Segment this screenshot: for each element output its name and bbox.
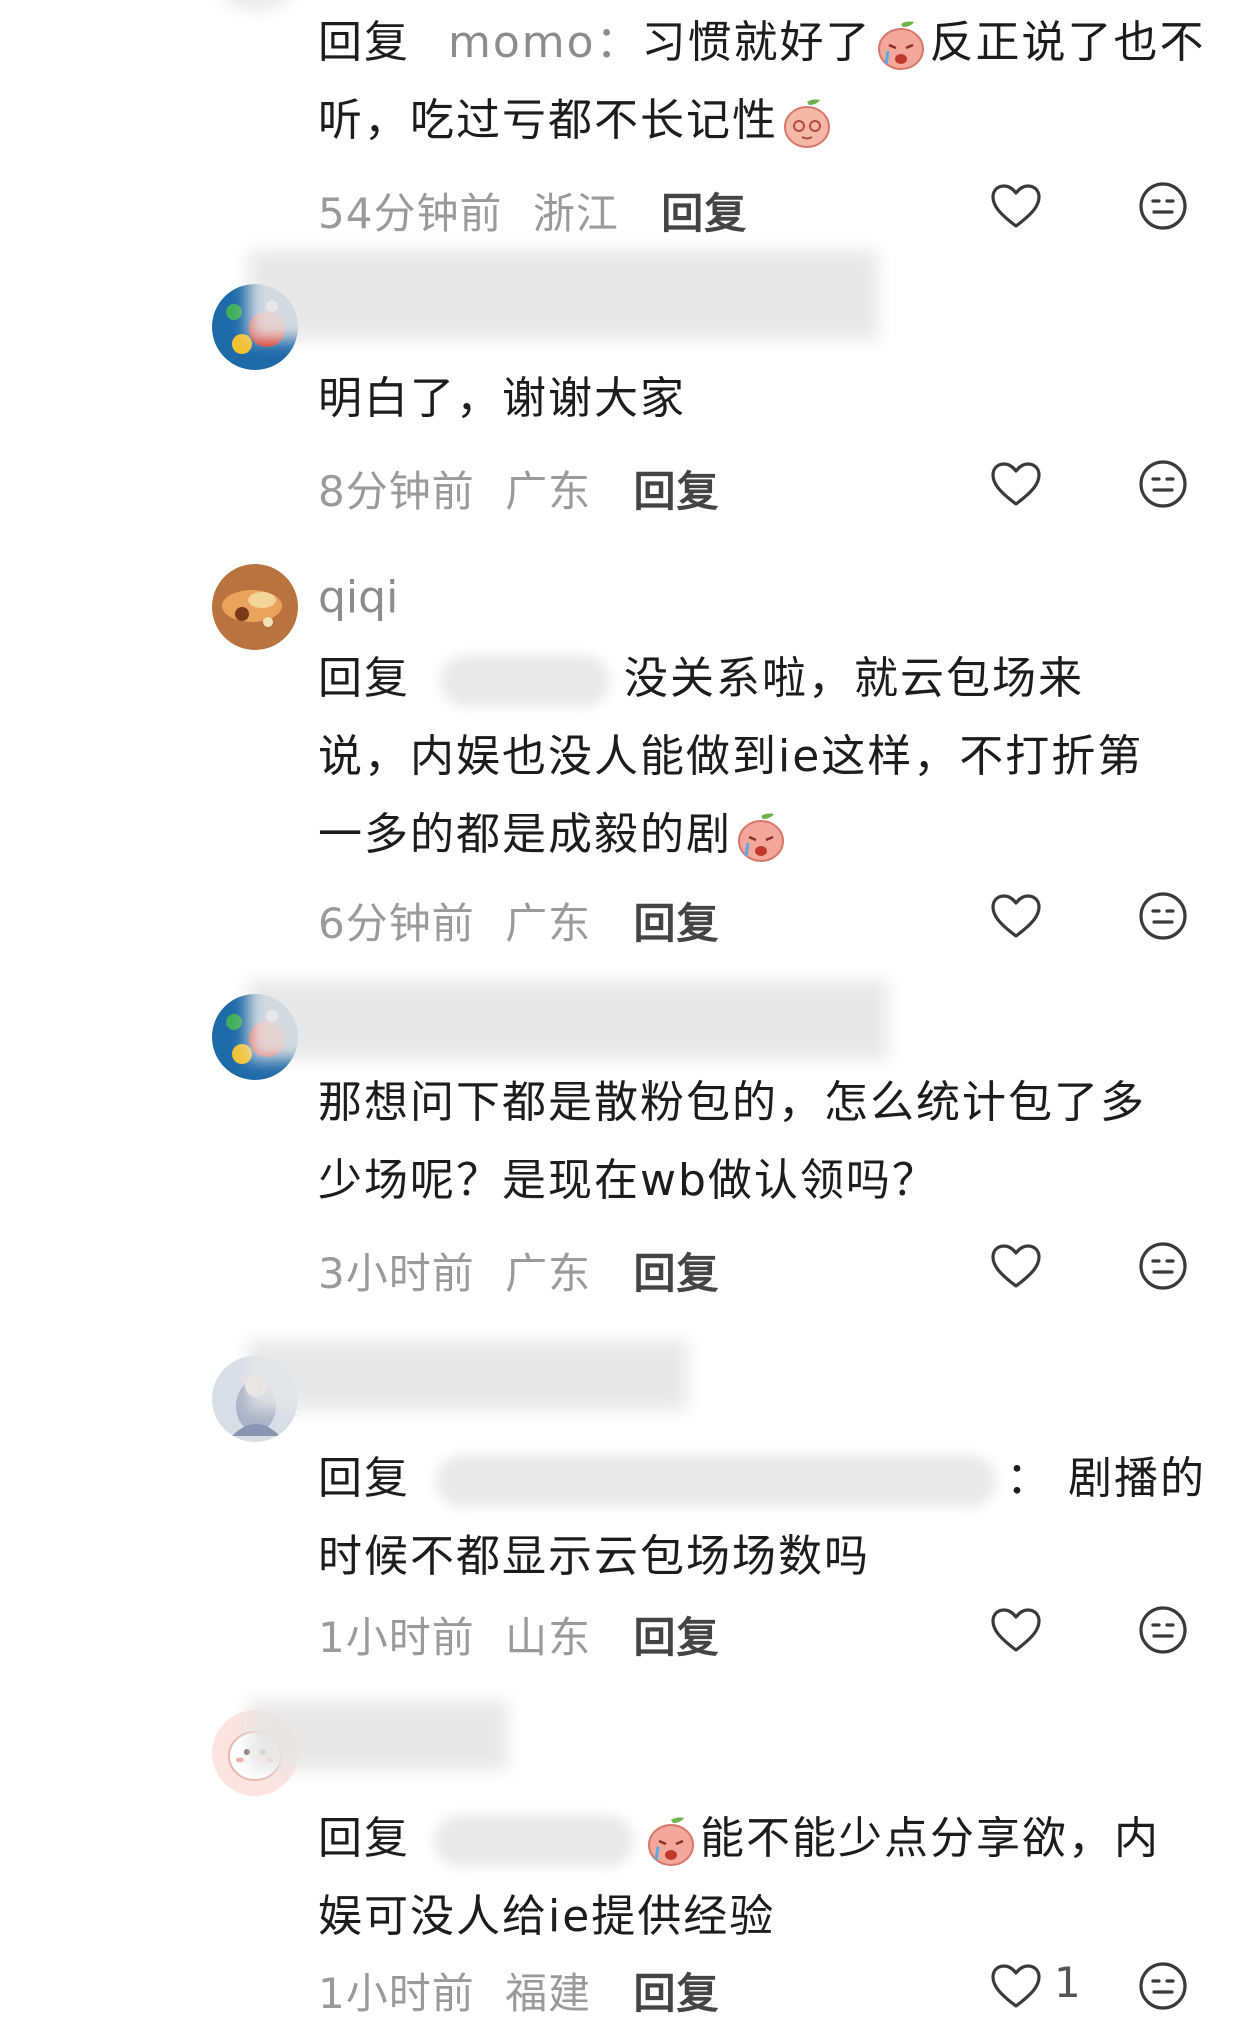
face-emoji-icon[interactable]: [1138, 1241, 1188, 1291]
heart-icon[interactable]: [990, 1607, 1042, 1653]
reply-button[interactable]: 回复: [633, 899, 719, 948]
reply-keyword: 回复: [318, 1813, 410, 1864]
comment-text: 回复 没关系啦，就云包场来 说，内娱也没人能做到ie这样，不打折第 一多的都是成…: [318, 640, 1218, 874]
crying-peach-emoji-icon: [874, 18, 928, 72]
comment-text: 那想问下都是散粉包的，怎么统计包了多 少场呢？是现在wb做认领吗？: [318, 1064, 1218, 1220]
comment-location: 广东: [505, 899, 592, 948]
comment-text-part: 一多的都是成毅的剧: [318, 809, 732, 860]
face-emoji-icon[interactable]: [1138, 1605, 1188, 1655]
comment-text-part: 少场呢？是现在wb做认领吗？: [318, 1155, 938, 1206]
face-emoji-icon[interactable]: [1138, 891, 1188, 941]
comment-text-part: 说，内娱也没人能做到ie这样，不打折第: [318, 731, 1144, 782]
comment-text-part: 那想问下都是散粉包的，怎么统计包了多: [318, 1077, 1146, 1128]
username-redacted: [248, 250, 878, 340]
comment-time: 1小时前: [318, 1969, 475, 2018]
reply-keyword: 回复: [318, 1453, 410, 1504]
avatar[interactable]: [222, 0, 292, 10]
pleading-peach-emoji-icon: [734, 810, 788, 864]
reply-colon: ：: [595, 17, 642, 68]
heart-icon[interactable]: [990, 183, 1042, 229]
comment-text: 回复 能不能少点分享欲，内 娱可没人给ie提供经验: [318, 1800, 1218, 1956]
crying-peach-emoji-icon: [644, 1814, 698, 1868]
reply-button[interactable]: 回复: [633, 1969, 719, 2018]
reply-target-username[interactable]: momo: [448, 17, 596, 68]
username-redacted: [248, 1340, 688, 1410]
reply-button[interactable]: 回复: [633, 1613, 719, 1662]
heart-icon[interactable]: [990, 1963, 1042, 2009]
face-emoji-icon[interactable]: [1138, 181, 1188, 231]
face-emoji-icon[interactable]: [1138, 1961, 1188, 2011]
comment-location: 广东: [505, 467, 592, 516]
heart-icon[interactable]: [990, 461, 1042, 507]
face-emoji-icon[interactable]: [1138, 459, 1188, 509]
comment-meta: 54分钟前 浙江 回复: [318, 180, 747, 241]
reply-keyword: 回复: [318, 17, 410, 68]
comment-text-part: 时候不都显示云包场场数吗: [318, 1531, 870, 1582]
comment-meta: 1小时前 福建 回复: [318, 1960, 719, 2021]
reply-button[interactable]: 回复: [633, 1249, 719, 1298]
reply-target-redacted: [436, 1455, 996, 1507]
comment-location: 广东: [505, 1249, 592, 1298]
reply-target-redacted: [440, 655, 610, 707]
comment-meta: 3小时前 广东 回复: [318, 1240, 719, 1301]
comment-location: 山东: [505, 1613, 592, 1662]
comment-location: 浙江: [532, 189, 619, 238]
comment-meta: 8分钟前 广东 回复: [318, 458, 719, 519]
avatar[interactable]: [212, 564, 298, 650]
comment-time: 8分钟前: [318, 467, 475, 516]
dizzy-peach-emoji-icon: [780, 96, 834, 150]
comment-text: 明白了，谢谢大家: [318, 360, 1218, 438]
comment-text-part: 娱可没人给ie提供经验: [318, 1891, 776, 1942]
username-redacted: [248, 980, 888, 1060]
comment-text: 回复 ： 剧播的 时候不都显示云包场场数吗: [318, 1440, 1218, 1596]
reply-button[interactable]: 回复: [661, 189, 747, 238]
comment-text-part: ： 剧播的: [1006, 1453, 1206, 1504]
comment-text-part: 明白了，谢谢大家: [318, 373, 686, 424]
comment-meta: 6分钟前 广东 回复: [318, 890, 719, 951]
comment-time: 6分钟前: [318, 899, 475, 948]
comment-time: 1小时前: [318, 1613, 475, 1662]
comment-meta: 1小时前 山东 回复: [318, 1604, 719, 1665]
comment-text-part: 能不能少点分享欲，内: [700, 1813, 1160, 1864]
username-redacted: [248, 1700, 508, 1770]
comment-text: 回复 momo：习惯就好了 反正说了也不听，吃过亏都不长记性: [318, 4, 1218, 160]
username[interactable]: qiqi: [318, 572, 398, 623]
comment-text-part: 没关系啦，就云包场来: [624, 653, 1084, 704]
reply-keyword: 回复: [318, 653, 410, 704]
comment-time: 3小时前: [318, 1249, 475, 1298]
comment-time: 54分钟前: [318, 189, 503, 238]
heart-icon[interactable]: [990, 1243, 1042, 1289]
heart-icon[interactable]: [990, 893, 1042, 939]
comment-location: 福建: [505, 1969, 592, 2018]
reply-target-redacted: [434, 1815, 634, 1867]
reply-button[interactable]: 回复: [633, 467, 719, 516]
comment-text-part: 习惯就好了: [641, 17, 872, 68]
like-count: 1: [1054, 1958, 1081, 2007]
